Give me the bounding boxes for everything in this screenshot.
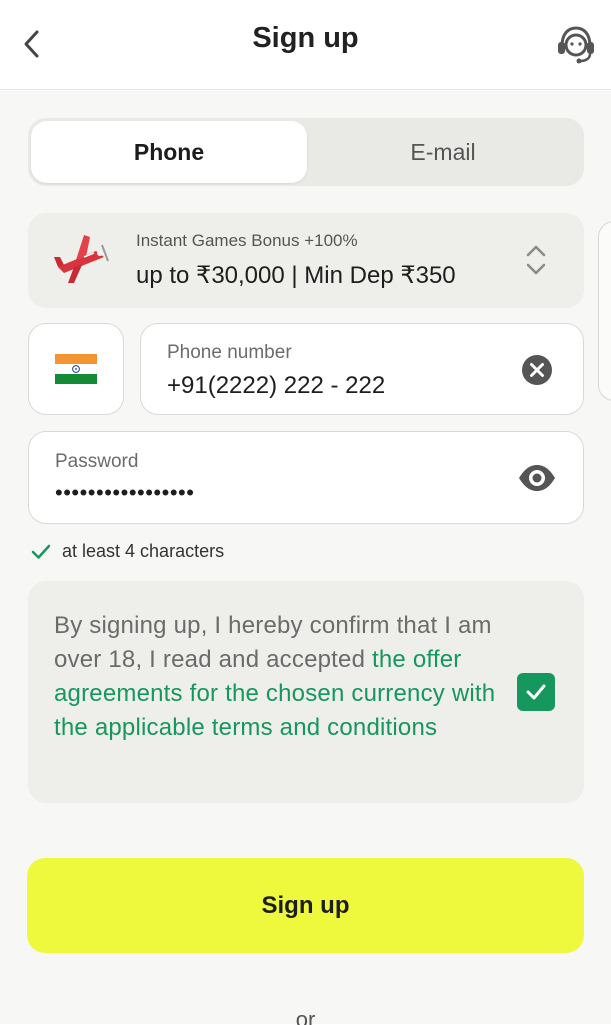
consent-text: By signing up, I hereby confirm that I a… <box>54 609 504 745</box>
consent-checkbox[interactable] <box>517 673 555 711</box>
top-bar: Sign up <box>0 0 611 90</box>
or-divider: or <box>295 1007 316 1025</box>
phone-number-input[interactable]: +91(2222) 222 - 222 <box>167 372 497 400</box>
bonus-selector[interactable]: Instant Games Bonus +100% up to ₹30,000 … <box>28 213 584 308</box>
password-requirement-hint: at least 4 characters <box>30 541 224 562</box>
tab-email[interactable]: E-mail <box>305 121 581 183</box>
password-field[interactable]: Password ••••••••••••••••• <box>28 431 584 524</box>
password-label: Password <box>55 451 139 472</box>
bonus-title: Instant Games Bonus +100% <box>136 231 358 250</box>
close-circle-icon <box>522 355 552 385</box>
phone-number-field[interactable]: Phone number +91(2222) 222 - 222 <box>140 323 584 415</box>
terms-consent: By signing up, I hereby confirm that I a… <box>28 581 584 803</box>
clear-phone-button[interactable] <box>521 354 553 386</box>
toggle-password-visibility-button[interactable] <box>517 462 557 494</box>
signup-form: Phone E-mail Instant Games Bonus +100% u… <box>0 91 611 1025</box>
phone-number-label: Phone number <box>167 342 292 363</box>
password-input[interactable]: ••••••••••••••••• <box>55 480 475 506</box>
chevron-up-down-icon <box>526 245 546 275</box>
eye-icon <box>519 465 555 491</box>
support-button[interactable] <box>552 22 600 66</box>
page-title: Sign up <box>252 22 359 54</box>
tab-phone[interactable]: Phone <box>31 121 307 183</box>
password-requirement-text: at least 4 characters <box>62 541 225 561</box>
sign-up-button[interactable]: Sign up <box>27 858 584 953</box>
auth-method-tabs: Phone E-mail <box>28 118 584 186</box>
side-panel-edge <box>598 221 611 401</box>
check-icon <box>526 684 546 700</box>
airplane-icon <box>54 235 109 283</box>
headset-support-icon <box>558 26 594 64</box>
checkmark-icon <box>31 544 51 559</box>
bonus-amount: up to ₹30,000 | Min Dep ₹350 <box>136 262 456 289</box>
country-code-selector[interactable] <box>28 323 124 415</box>
india-flag-icon <box>55 354 97 384</box>
